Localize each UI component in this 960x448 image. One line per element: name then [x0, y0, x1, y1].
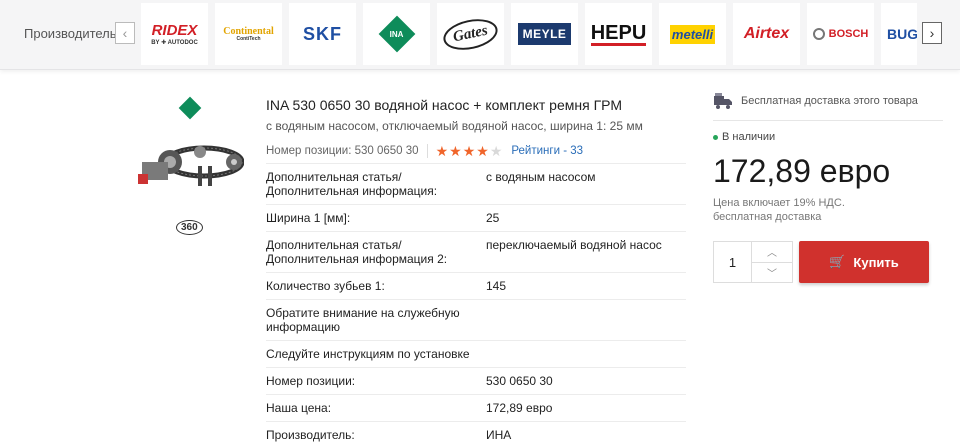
ratings-link[interactable]: Рейтинги - 33 [511, 145, 583, 157]
product-meta: Номер позиции: 530 0650 30 ★★★★★ Рейтинг… [266, 143, 686, 159]
spec-value: 25 [486, 205, 686, 232]
chevron-up-icon[interactable]: ︿ [752, 242, 792, 263]
divider [427, 144, 428, 158]
brand-logo-bosch[interactable]: BOSCH [807, 3, 874, 65]
table-row: Обратите внимание на служебную информаци… [266, 300, 686, 341]
brand-logo-ridex[interactable]: RIDEXBY ✚ AUTODOC [141, 3, 208, 65]
price: 172,89 евро [713, 152, 943, 190]
spec-table: Дополнительная статья/ Дополнительная ин… [266, 163, 686, 448]
star-icon: ★ [449, 143, 463, 159]
bosch-ring-icon [813, 28, 825, 40]
star-icon: ★ [436, 143, 450, 159]
brand-logo-list: RIDEXBY ✚ AUTODOCContinentalContiTechSKF… [141, 3, 917, 65]
spec-value: с водяным насосом [486, 164, 686, 205]
brand-logo-skf[interactable]: SKF [289, 3, 356, 65]
star-icon: ★ [476, 143, 490, 159]
product-info: INA 530 0650 30 водяной насос + комплект… [266, 96, 686, 159]
free-shipping-icon [713, 92, 733, 110]
brand-logo-meyle[interactable]: MEYLE [511, 3, 578, 65]
spec-key: Следуйте инструкциям по установке [266, 341, 486, 368]
spec-value: 530 0650 30 [486, 368, 686, 395]
spec-key: Дополнительная статья/ Дополнительная ин… [266, 164, 486, 205]
spec-key: Обратите внимание на служебную информаци… [266, 300, 486, 341]
spec-value: ИНА [486, 422, 686, 448]
cart-icon: 🛒 [829, 254, 845, 270]
spec-key: Наша цена: [266, 395, 486, 422]
table-row: Производитель:ИНА [266, 422, 686, 448]
table-row: Количество зубьев 1:145 [266, 273, 686, 300]
table-row: Наша цена:172,89 евро [266, 395, 686, 422]
brand-logo-airtex[interactable]: Airtex [733, 3, 800, 65]
vat-note: Цена включает 19% НДС. [713, 196, 943, 210]
brand-logo-hepu[interactable]: HEPU [585, 3, 652, 65]
spec-value: 145 [486, 273, 686, 300]
chevron-left-icon[interactable]: ‹ [115, 22, 135, 44]
quantity-input[interactable]: 1 [714, 242, 752, 282]
spec-value: 172,89 евро [486, 395, 686, 422]
buy-button-label: Купить [853, 255, 898, 270]
table-row: Следуйте инструкциям по установке [266, 341, 686, 368]
star-icon: ★ [463, 143, 477, 159]
table-row: Номер позиции:530 0650 30 [266, 368, 686, 395]
buy-button[interactable]: 🛒 Купить [799, 241, 929, 283]
in-stock-dot-icon [713, 135, 718, 140]
brand-logo-gates[interactable]: Gates [437, 3, 504, 65]
spec-value [486, 341, 686, 368]
brand-logo-bugi[interactable]: BUG [881, 3, 917, 65]
table-row: Дополнительная статья/ Дополнительная ин… [266, 164, 686, 205]
chevron-down-icon[interactable]: ﹀ [752, 263, 792, 283]
brand-filter-bar: Производитель ‹ RIDEXBY ✚ AUTODOCContine… [0, 0, 960, 70]
purchase-row: 1 ︿ ﹀ 🛒 Купить [713, 241, 929, 283]
spec-key: Дополнительная статья/ Дополнительная ин… [266, 232, 486, 273]
spec-key: Ширина 1 [мм]: [266, 205, 486, 232]
spec-key: Производитель: [266, 422, 486, 448]
stock-text: В наличии [722, 131, 775, 143]
product-subtitle: с водяным насосом, отключаемый водяной н… [266, 119, 686, 133]
position-number: Номер позиции: 530 0650 30 [266, 145, 419, 157]
brand-logo-conti[interactable]: ContinentalContiTech [215, 3, 282, 65]
chevron-right-icon[interactable]: › [922, 22, 942, 44]
spec-value [486, 300, 686, 341]
table-row: Дополнительная статья/ Дополнительная ин… [266, 232, 686, 273]
brand-logo-metelli[interactable]: metelli [659, 3, 726, 65]
spec-key: Количество зубьев 1: [266, 273, 486, 300]
ina-brand-icon [179, 97, 202, 120]
brand-logo-ina[interactable]: INA [363, 3, 430, 65]
rating-stars: ★★★★★ [436, 143, 504, 160]
stock-status: В наличии [713, 131, 943, 143]
table-row: Ширина 1 [мм]:25 [266, 205, 686, 232]
shipping-text: Бесплатная доставка этого товара [741, 95, 918, 107]
buy-box: Бесплатная доставка этого товара В налич… [713, 92, 943, 224]
quantity-stepper: 1 ︿ ﹀ [713, 241, 793, 283]
delivery-note: бесплатная доставка [713, 210, 943, 224]
spec-key: Номер позиции: [266, 368, 486, 395]
product-title: INA 530 0650 30 водяной насос + комплект… [266, 96, 686, 114]
product-gallery: 360 [130, 92, 248, 242]
view-360-icon[interactable]: 360 [176, 220, 203, 235]
product-image[interactable] [134, 132, 244, 192]
shipping-info: Бесплатная доставка этого товара [713, 92, 943, 121]
spec-value: переключаемый водяной насос [486, 232, 686, 273]
brand-filter-label: Производитель [24, 26, 117, 41]
star-icon: ★ [490, 143, 504, 159]
